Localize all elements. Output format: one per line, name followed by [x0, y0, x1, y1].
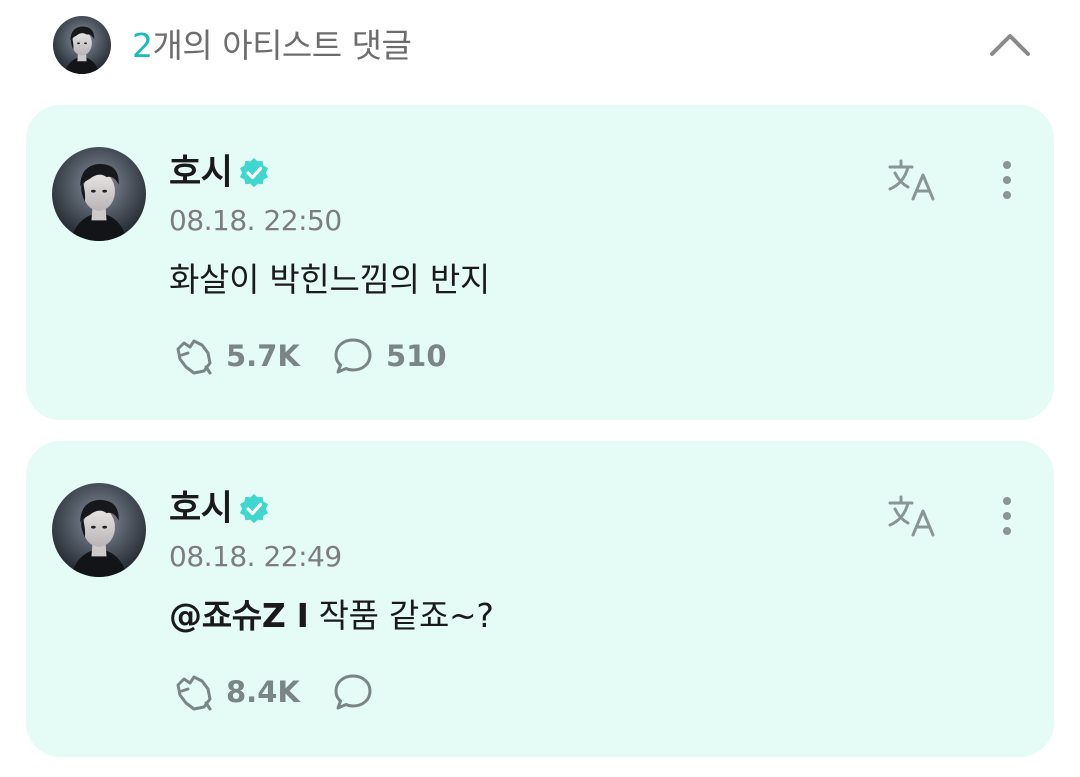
reply-button[interactable]	[332, 671, 386, 713]
speech-bubble-icon	[334, 674, 372, 710]
comment-timestamp: 08.18. 22:50	[169, 204, 342, 237]
more-vertical-icon[interactable]	[992, 493, 1022, 539]
translate-icon[interactable]	[886, 493, 942, 539]
cheer-button[interactable]: 8.4K	[172, 671, 332, 713]
translate-icon[interactable]	[886, 157, 942, 203]
artist-comments-title-text: 개의 아티스트 댓글	[152, 26, 412, 65]
verified-badge-icon	[240, 158, 269, 188]
author-name: 호시	[169, 489, 233, 529]
artist-comments-header: 2개의 아티스트 댓글	[0, 0, 1080, 92]
comment-card: 호시 08.18. 22:49 @죠슈Z I 작품 같죠~? 8.4K	[26, 441, 1054, 757]
comment-author[interactable]: 호시	[169, 487, 270, 531]
comment-actions: 5.7K 510	[172, 334, 447, 378]
verified-badge-icon	[240, 494, 269, 524]
cheer-button[interactable]: 5.7K	[172, 335, 332, 377]
commenter-avatar[interactable]	[52, 147, 146, 241]
comment-timestamp: 08.18. 22:49	[169, 540, 342, 573]
cheer-count: 5.7K	[226, 339, 300, 373]
artist-comments-title: 2개의 아티스트 댓글	[132, 24, 412, 68]
commenter-avatar[interactable]	[52, 483, 146, 577]
comment-body: 화살이 박힌느낌의 반지	[169, 260, 490, 299]
comment-author[interactable]: 호시	[169, 151, 270, 195]
speech-bubble-icon	[334, 338, 372, 374]
author-name: 호시	[169, 153, 233, 193]
chevron-up-icon[interactable]	[984, 24, 1036, 64]
artist-comment-count: 2	[132, 26, 153, 65]
artist-avatar	[53, 16, 111, 74]
comment-actions: 8.4K	[172, 670, 386, 714]
comment-body: 작품 같죠~?	[318, 596, 494, 635]
cheer-hand-icon	[176, 339, 212, 375]
comment-card: 호시 08.18. 22:50 화살이 박힌느낌의 반지 5.7K 510	[26, 105, 1054, 420]
more-vertical-icon[interactable]	[992, 157, 1022, 203]
cheer-count: 8.4K	[226, 675, 300, 709]
comment-text: @죠슈Z I 작품 같죠~?	[169, 594, 494, 638]
reply-button[interactable]: 510	[332, 335, 447, 377]
comment-text: 화살이 박힌느낌의 반지	[169, 258, 490, 302]
reply-count: 510	[386, 339, 447, 373]
mention-link[interactable]: @죠슈Z I	[169, 596, 309, 635]
cheer-hand-icon	[176, 675, 212, 711]
